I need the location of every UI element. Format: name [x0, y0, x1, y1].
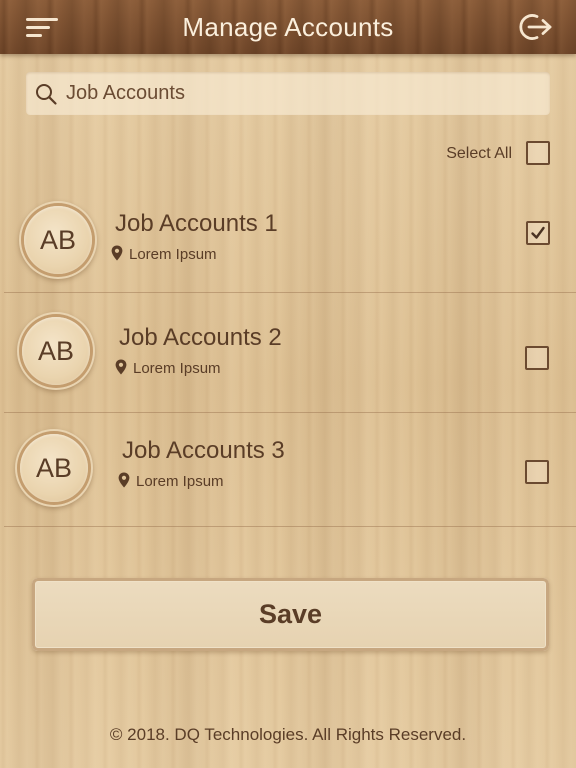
app-header: Manage Accounts: [0, 0, 576, 54]
avatar: AB: [24, 206, 92, 274]
account-name: Job Accounts 1: [115, 210, 278, 237]
menu-line: [26, 18, 58, 21]
search-icon: [36, 84, 57, 105]
select-all-checkbox[interactable]: [526, 141, 550, 165]
list-item[interactable]: AB Job Accounts 1 Lorem Ipsum: [0, 190, 576, 292]
location-text: Lorem Ipsum: [133, 360, 221, 377]
search-bar: [26, 72, 550, 115]
page-title: Manage Accounts: [182, 12, 394, 42]
account-location: Lorem Ipsum: [115, 359, 221, 379]
search-input[interactable]: [66, 72, 536, 115]
copyright-footer: © 2018. DQ Technologies. All Rights Rese…: [109, 725, 467, 744]
menu-line: [26, 26, 50, 29]
location-text: Lorem Ipsum: [129, 246, 217, 263]
avatar: AB: [22, 317, 90, 385]
save-button[interactable]: Save: [32, 578, 549, 651]
divider: [4, 526, 576, 527]
list-item[interactable]: AB Job Accounts 3 Lorem Ipsum: [0, 413, 576, 526]
select-all-label: Select All: [446, 145, 512, 162]
location-pin-icon: [115, 359, 127, 375]
location-pin-icon: [111, 245, 123, 261]
account-checkbox[interactable]: [525, 346, 549, 370]
list-item[interactable]: AB Job Accounts 2 Lorem Ipsum: [0, 293, 576, 412]
account-location: Lorem Ipsum: [111, 245, 217, 265]
account-name: Job Accounts 3: [122, 437, 285, 464]
logout-icon[interactable]: [516, 10, 556, 44]
avatar: AB: [20, 434, 88, 502]
hamburger-menu-icon[interactable]: [24, 15, 60, 41]
location-pin-icon: [118, 472, 130, 488]
checkmark-icon: [531, 226, 545, 239]
account-location: Lorem Ipsum: [118, 472, 224, 492]
account-checkbox[interactable]: [525, 460, 549, 484]
menu-line: [26, 34, 42, 37]
location-text: Lorem Ipsum: [136, 473, 224, 490]
account-name: Job Accounts 2: [119, 324, 282, 351]
account-checkbox[interactable]: [526, 221, 550, 245]
